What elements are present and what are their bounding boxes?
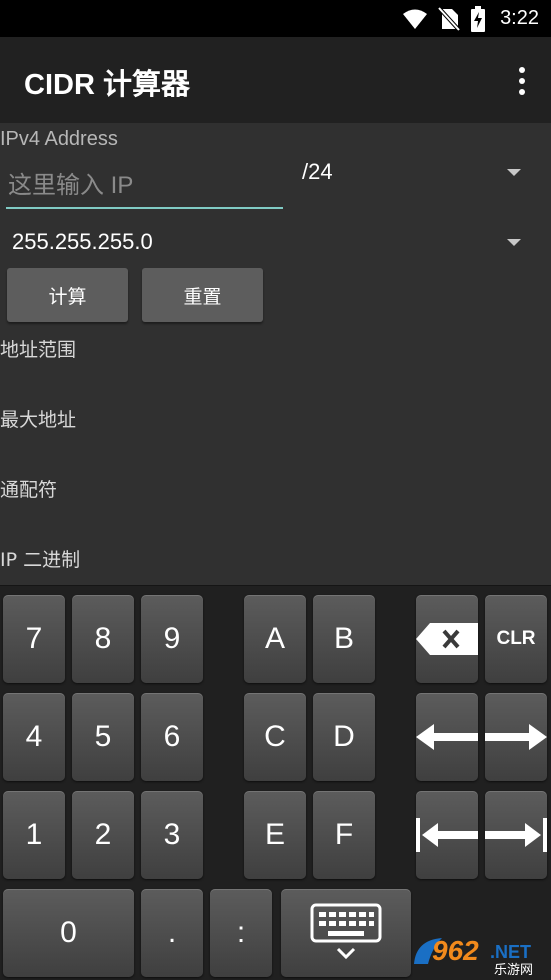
result-wildcard-label: 通配符 <box>0 479 58 501</box>
cursor-right-key[interactable] <box>485 693 547 781</box>
svg-text:962: 962 <box>432 935 479 966</box>
cursor-end-icon <box>485 818 547 852</box>
wifi-icon <box>403 9 428 29</box>
no-sim-icon <box>438 6 461 31</box>
battery-charging-icon <box>471 5 486 32</box>
key-0[interactable]: 0 <box>3 889 134 977</box>
clear-key[interactable]: CLR <box>485 595 547 683</box>
key-5[interactable]: 5 <box>72 693 134 781</box>
status-time: 3:22 <box>500 7 539 29</box>
key-7[interactable]: 7 <box>3 595 65 683</box>
status-icons: 3:22 <box>402 0 539 37</box>
ip-input[interactable] <box>6 165 283 209</box>
hex-keypad: 7 8 9 A B CLR 4 5 6 C D 1 2 3 E F 0 .: … <box>0 585 551 980</box>
prefix-select-value: /24 <box>302 159 333 184</box>
backspace-icon <box>416 623 478 655</box>
subnet-mask-select[interactable]: 255.255.255.0 <box>12 227 532 259</box>
hide-keyboard-key[interactable] <box>281 889 411 977</box>
cursor-left-icon <box>416 724 478 750</box>
key-3[interactable]: 3 <box>141 791 203 879</box>
key-colon[interactable]: : <box>210 889 272 977</box>
key-8[interactable]: 8 <box>72 595 134 683</box>
calculator-form: IPv4 Address /24 255.255.255.0 计算 重置 地址范… <box>0 123 551 585</box>
result-max-address-label: 最大地址 <box>0 409 77 431</box>
calculate-button[interactable]: 计算 <box>7 268 128 322</box>
key-9[interactable]: 9 <box>141 595 203 683</box>
watermark-logo: 962 .NET 乐游网 <box>412 934 547 978</box>
result-ip-binary-label: IP 二进制 <box>0 549 81 571</box>
key-1[interactable]: 1 <box>3 791 65 879</box>
app-bar: CIDR 计算器 <box>0 37 551 123</box>
app-title: CIDR 计算器 <box>24 69 190 101</box>
subnet-mask-value: 255.255.255.0 <box>12 229 153 254</box>
dropdown-arrow-icon <box>507 239 521 246</box>
cursor-left-key[interactable] <box>416 693 478 781</box>
svg-text:乐游网: 乐游网 <box>494 963 533 976</box>
ipv4-label: IPv4 Address <box>0 128 118 150</box>
result-address-range-label: 地址范围 <box>0 339 77 361</box>
key-dot[interactable]: . <box>141 889 203 977</box>
status-bar: 3:22 <box>0 0 551 37</box>
key-a[interactable]: A <box>244 595 306 683</box>
key-d[interactable]: D <box>313 693 375 781</box>
svg-text:.NET: .NET <box>490 942 531 962</box>
key-2[interactable]: 2 <box>72 791 134 879</box>
backspace-key[interactable] <box>416 595 478 683</box>
prefix-select[interactable]: /24 <box>302 155 532 191</box>
cursor-end-key[interactable] <box>485 791 547 879</box>
more-vert-icon[interactable] <box>517 67 527 95</box>
cursor-home-key[interactable] <box>416 791 478 879</box>
dropdown-arrow-icon <box>507 169 521 176</box>
keyboard-hide-icon <box>310 903 382 960</box>
key-e[interactable]: E <box>244 791 306 879</box>
cursor-right-icon <box>485 724 547 750</box>
key-4[interactable]: 4 <box>3 693 65 781</box>
reset-button[interactable]: 重置 <box>142 268 263 322</box>
key-c[interactable]: C <box>244 693 306 781</box>
key-6[interactable]: 6 <box>141 693 203 781</box>
key-b[interactable]: B <box>313 595 375 683</box>
key-f[interactable]: F <box>313 791 375 879</box>
cursor-home-icon <box>416 818 478 852</box>
